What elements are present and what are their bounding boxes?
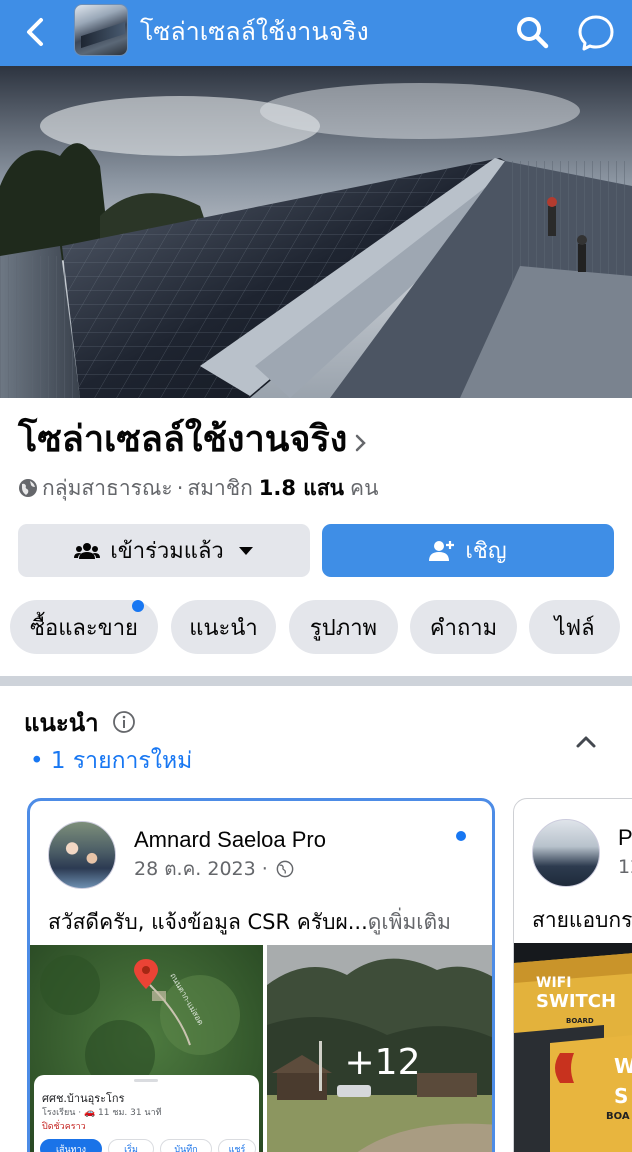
featured-section-title: แนะนำ <box>24 709 99 737</box>
group-name[interactable]: โซล่าเซลล์ใช้งานจริง <box>18 414 347 466</box>
tab-buy-sell[interactable]: ซื้อและขาย <box>10 600 158 654</box>
map-place-status: ปิดชั่วคราว <box>42 1122 86 1132</box>
post-photo-map[interactable]: ถนนตาก-แม่สอด ศศช.บ้านอุระโกร โรงเรียน ·… <box>30 945 263 1152</box>
members-unit: คน <box>350 476 379 500</box>
group-tabs: ซื้อและขาย แนะนำ รูปภาพ คำถาม ไฟล์ <box>10 600 632 654</box>
post-date: 28 ต.ค. 2023 · <box>134 855 294 883</box>
meta-separator: · <box>176 476 184 500</box>
top-bar-title[interactable]: โซล่าเซลล์ใช้งานจริง <box>140 12 369 52</box>
group-thumbnail[interactable] <box>74 4 128 56</box>
top-navigation-bar: โซล่าเซลล์ใช้งานจริง <box>0 0 632 66</box>
avatar[interactable] <box>48 821 116 889</box>
tab-featured[interactable]: แนะนำ <box>171 600 276 654</box>
post-photo-products[interactable]: WIFI SWITCH BOARD W S BOA <box>514 943 632 1152</box>
map-save-button[interactable]: บันทึก <box>160 1139 212 1152</box>
add-person-icon <box>429 540 455 561</box>
directions-label: เส้นทาง <box>55 1145 87 1152</box>
product-label: BOARD <box>566 1017 594 1025</box>
chevron-up-icon[interactable] <box>574 732 598 750</box>
post-text-body[interactable]: สายแอบกร <box>532 903 632 937</box>
caret-down-icon <box>238 546 253 555</box>
unread-dot <box>456 831 466 841</box>
globe-icon <box>276 860 294 878</box>
tab-label: คำถาม <box>429 615 498 641</box>
product-label: S <box>614 1084 628 1108</box>
tab-label: แนะนำ <box>189 615 258 641</box>
post-date-text: 28 ต.ค. 2023 · <box>134 858 268 880</box>
joined-button[interactable]: เข้าร่วมแล้ว <box>18 524 310 577</box>
product-label: W <box>614 1054 632 1078</box>
post-text[interactable]: สวัสดีครับ, แจ้งข้อมูล CSR ครับผ...ดูเพิ… <box>48 905 451 939</box>
map-place-info: โรงเรียน · 🚗 11 ชม. 31 นาที <box>42 1108 162 1118</box>
map-share-button[interactable]: แชร์ <box>218 1139 256 1152</box>
more-photos-count: +12 <box>344 1042 421 1083</box>
group-privacy: กลุ่มสาธารณะ <box>42 476 173 500</box>
product-label: WIFI <box>536 975 571 991</box>
start-label: เริ่ม <box>124 1145 138 1152</box>
tab-photos[interactable]: รูปภาพ <box>289 600 398 654</box>
members-count[interactable]: 1.8 แสน <box>259 472 344 504</box>
post-photo-village[interactable]: +12 <box>267 945 492 1152</box>
invite-button-label: เชิญ <box>465 539 507 564</box>
search-icon[interactable] <box>514 14 550 50</box>
tab-files[interactable]: ไฟล์ <box>529 600 620 654</box>
group-meta: กลุ่มสาธารณะ · สมาชิก 1.8 แสน คน <box>18 472 378 504</box>
section-divider <box>0 676 632 686</box>
post-author[interactable]: Amnard Saeloa Pro <box>134 825 326 855</box>
tab-label: ไฟล์ <box>554 615 595 641</box>
post-text-body: สวัสดีครับ, แจ้งข้อมูล CSR ครับผ... <box>48 910 368 934</box>
share-label: แชร์ <box>228 1145 246 1152</box>
post-date-text: 12 <box>618 856 632 878</box>
see-more-link[interactable]: ดูเพิ่มเติม <box>368 910 451 934</box>
group-members-icon <box>74 542 101 559</box>
group-cover-photo[interactable] <box>0 66 632 398</box>
tab-label: รูปภาพ <box>309 615 378 641</box>
globe-icon <box>19 479 37 497</box>
members-label: สมาชิก <box>187 476 253 500</box>
map-start-button[interactable]: เริ่ม <box>108 1139 154 1152</box>
featured-post-card[interactable]: Amnard Saeloa Pro 28 ต.ค. 2023 · สวัสดีค… <box>27 798 495 1152</box>
map-directions-button[interactable]: เส้นทาง <box>40 1139 102 1152</box>
product-label: BOA <box>606 1111 630 1122</box>
new-items-count: • 1 รายการใหม่ <box>30 748 193 774</box>
post-author[interactable]: P <box>618 823 632 853</box>
messenger-icon[interactable] <box>576 12 616 52</box>
featured-post-card[interactable]: P 12 สายแอบกร WIFI SWITCH BOARD W S BOA <box>513 798 632 1152</box>
avatar[interactable] <box>532 819 600 887</box>
tab-label: ซื้อและขาย <box>30 615 138 641</box>
tab-questions[interactable]: คำถาม <box>410 600 517 654</box>
invite-button[interactable]: เชิญ <box>322 524 614 577</box>
joined-button-label: เข้าร่วมแล้ว <box>110 539 224 564</box>
chevron-right-icon[interactable] <box>352 430 370 456</box>
new-badge-dot <box>132 600 144 612</box>
product-label: SWITCH <box>536 991 616 1012</box>
map-place-card[interactable]: ศศช.บ้านอุระโกร โรงเรียน · 🚗 11 ชม. 31 น… <box>34 1075 259 1152</box>
info-icon[interactable] <box>112 710 136 734</box>
back-arrow-icon[interactable] <box>22 16 50 48</box>
save-label: บันทึก <box>174 1145 198 1152</box>
